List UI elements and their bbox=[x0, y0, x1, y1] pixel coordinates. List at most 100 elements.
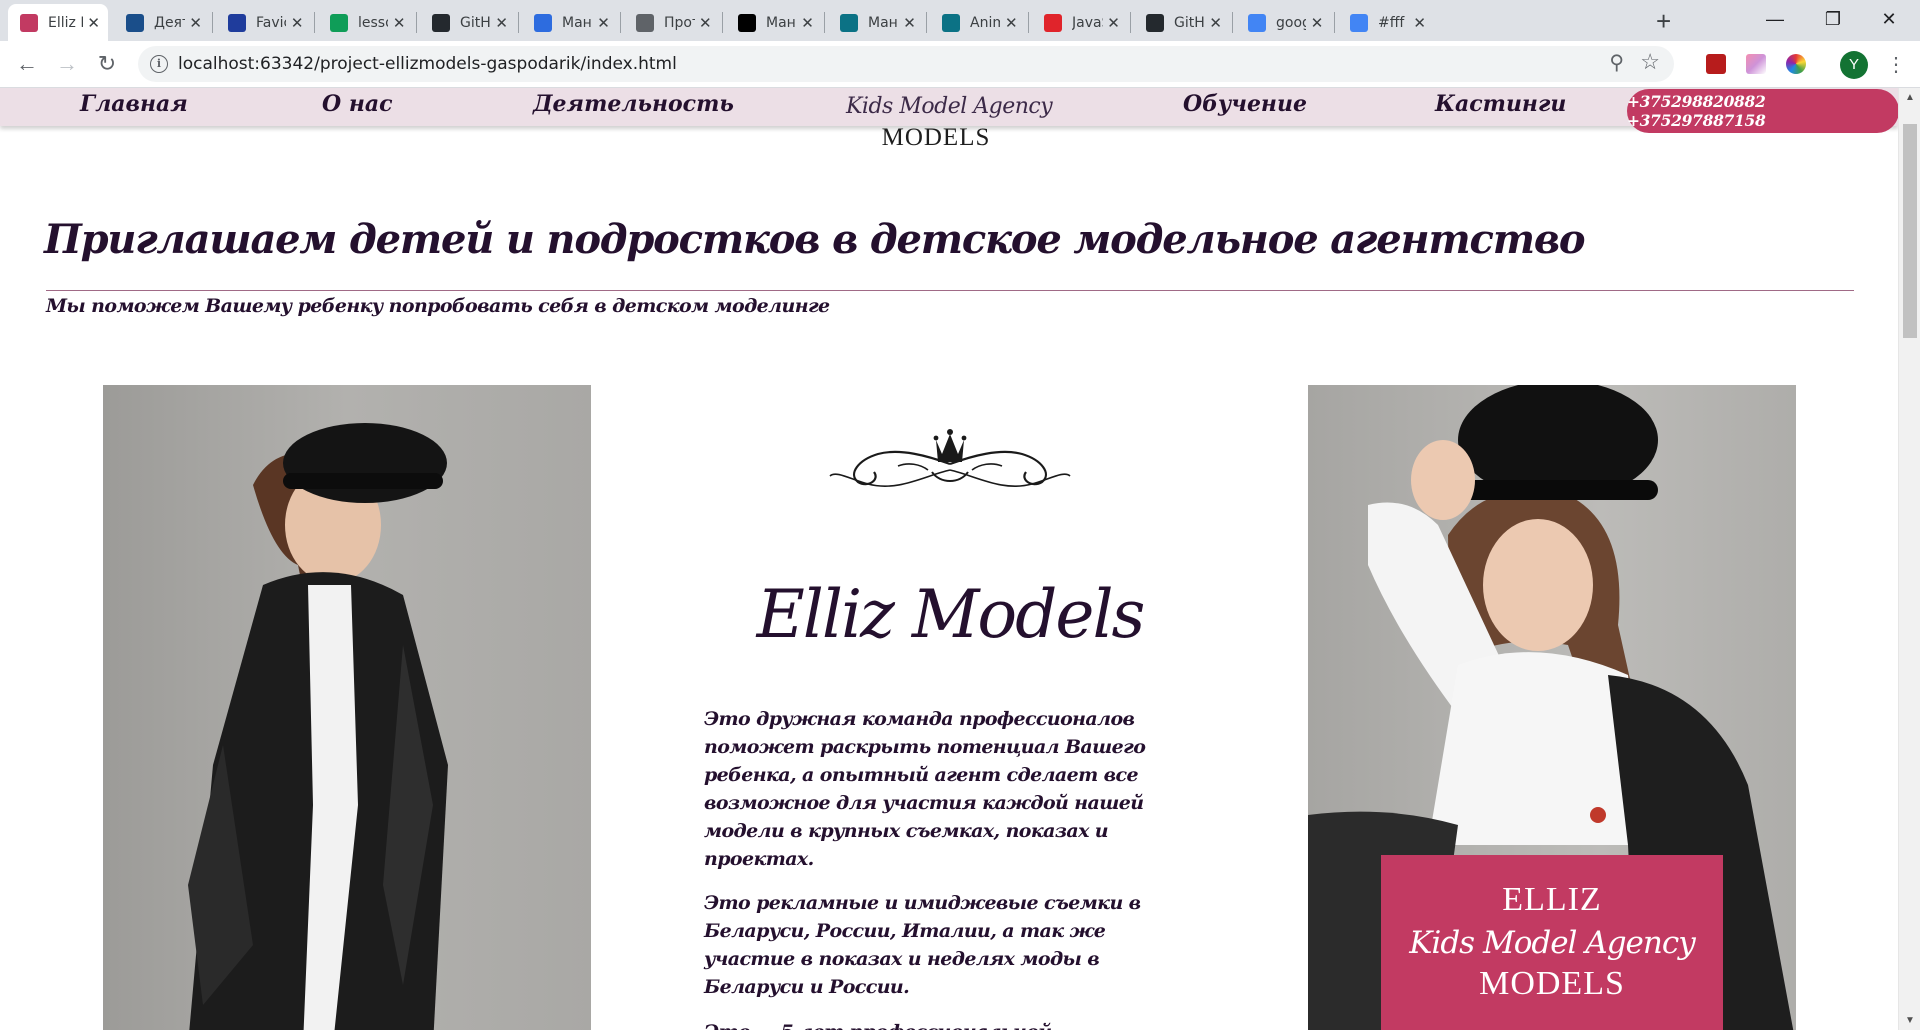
browser-tab[interactable]: goog✕ bbox=[1236, 4, 1332, 41]
close-tab-icon[interactable]: ✕ bbox=[1413, 14, 1426, 32]
close-tab-icon[interactable]: ✕ bbox=[495, 14, 508, 32]
browser-tab[interactable]: GitHu✕ bbox=[1134, 4, 1230, 41]
browser-tab-title: GitHu bbox=[460, 14, 491, 31]
pdf-extension-icon[interactable] bbox=[1706, 54, 1726, 74]
nav-logo-script[interactable]: Kids Model Agency bbox=[846, 94, 1053, 119]
new-tab-button[interactable]: + bbox=[1656, 6, 1671, 36]
nav-logo-models: MODELS bbox=[881, 124, 991, 151]
browser-tab[interactable]: GitHu✕ bbox=[420, 4, 516, 41]
model-photo-left bbox=[103, 385, 591, 1030]
site-navigation: Главная О нас Деятельность Kids Model Ag… bbox=[0, 88, 1898, 126]
browser-tab-title: Elliz M bbox=[48, 14, 83, 31]
tab-separator bbox=[416, 12, 417, 33]
browser-tab[interactable]: Favic✕ bbox=[216, 4, 312, 41]
browser-menu-icon[interactable]: ⋮ bbox=[1886, 51, 1906, 79]
close-tab-icon[interactable]: ✕ bbox=[699, 14, 713, 32]
browser-tab[interactable]: Деяте✕ bbox=[114, 4, 210, 41]
close-tab-icon[interactable]: ✕ bbox=[597, 14, 610, 32]
close-tab-icon[interactable]: ✕ bbox=[189, 14, 202, 32]
close-tab-icon[interactable]: ✕ bbox=[290, 14, 304, 32]
bookmark-star-icon[interactable]: ☆ bbox=[1640, 49, 1660, 75]
browser-tab-title: JavaS bbox=[1072, 14, 1103, 31]
browser-tab-title: Деяте bbox=[154, 14, 185, 31]
badge-line-models: MODELS bbox=[1479, 965, 1625, 1002]
codepen-favicon-icon bbox=[840, 13, 858, 32]
tab-separator bbox=[926, 12, 927, 33]
browser-tab-title: goog bbox=[1276, 14, 1306, 31]
tab-separator bbox=[314, 12, 315, 33]
browser-tab-title: #fff u bbox=[1378, 14, 1409, 31]
browser-toolbar: ← → ↻ i localhost:63342/project-ellizmod… bbox=[0, 41, 1920, 88]
minimize-button[interactable]: — bbox=[1752, 4, 1798, 34]
tab-separator bbox=[212, 12, 213, 33]
browser-tab[interactable]: lesso✕ bbox=[318, 4, 414, 41]
nav-link-home[interactable]: Главная bbox=[80, 91, 188, 117]
badge-line-agency: Kids Model Agency bbox=[1409, 925, 1695, 961]
tab-separator bbox=[1232, 12, 1233, 33]
hero-subtitle: Мы поможем Вашему ребенку попробовать се… bbox=[46, 295, 830, 317]
nav-link-castings[interactable]: Кастинги bbox=[1435, 91, 1566, 117]
model-photo-left-illustration bbox=[188, 423, 448, 1030]
zoom-icon[interactable]: ⚲ bbox=[1609, 50, 1624, 75]
badge-line-elliz: ELLIZ bbox=[1502, 881, 1602, 918]
browser-tab[interactable]: Мани✕ bbox=[522, 4, 618, 41]
nav-link-education[interactable]: Обучение bbox=[1183, 91, 1307, 117]
scrollbar-thumb[interactable] bbox=[1903, 124, 1917, 338]
close-tab-icon[interactable]: ✕ bbox=[87, 14, 100, 32]
tab-separator bbox=[1130, 12, 1131, 33]
colorpick-extension-icon[interactable] bbox=[1786, 54, 1806, 74]
about-paragraph-1: Это дружная команда профессионалов помож… bbox=[704, 708, 1146, 870]
github-favicon-icon bbox=[432, 13, 450, 32]
hero-title: Приглашаем детей и подростков в детское … bbox=[44, 216, 1586, 263]
browser-tab[interactable]: #fff u✕ bbox=[1338, 4, 1434, 41]
nav-link-activity[interactable]: Деятельность bbox=[533, 91, 734, 117]
browser-tab[interactable]: Anim ✕ bbox=[930, 4, 1026, 41]
close-tab-icon[interactable]: ✕ bbox=[1310, 14, 1324, 32]
color-extension-icon[interactable] bbox=[1746, 54, 1766, 74]
scroll-down-arrow-icon[interactable]: ▼ bbox=[1905, 1015, 1915, 1026]
profile-avatar[interactable]: Y bbox=[1840, 51, 1868, 79]
site-info-icon[interactable]: i bbox=[150, 55, 168, 73]
codepen-favicon-icon bbox=[942, 13, 960, 32]
nav-link-about[interactable]: О нас bbox=[322, 91, 393, 117]
browser-tab[interactable]: Прот✕ bbox=[624, 4, 720, 41]
reload-icon[interactable]: ↻ bbox=[92, 50, 122, 78]
agency-badge: ELLIZ Kids Model Agency MODELS bbox=[1381, 855, 1723, 1030]
close-tab-icon[interactable]: ✕ bbox=[903, 14, 916, 32]
tab-separator bbox=[824, 12, 825, 33]
browser-tab-title: lesso bbox=[358, 14, 388, 31]
restore-button[interactable]: ❐ bbox=[1810, 4, 1856, 34]
forward-arrow-icon[interactable]: → bbox=[52, 50, 82, 78]
page-scrollbar[interactable]: ▲ ▼ bbox=[1898, 88, 1920, 1030]
globe-favicon-icon bbox=[636, 13, 654, 32]
browser-tab[interactable]: Elliz M✕ bbox=[8, 4, 108, 41]
close-tab-icon[interactable]: ✕ bbox=[1004, 14, 1018, 32]
about-paragraph-2: Это рекламные и имиджевые съемки в Белар… bbox=[704, 892, 1141, 998]
url-text[interactable]: localhost:63342/project-ellizmodels-gasp… bbox=[178, 54, 677, 74]
browser-tab-strip: + — ❐ ✕ Elliz M✕Деяте✕Favic✕lesso✕GitHu✕… bbox=[0, 0, 1920, 41]
crown-ornament-icon bbox=[829, 429, 1071, 487]
back-arrow-icon[interactable]: ← bbox=[12, 50, 42, 78]
close-tab-icon[interactable]: ✕ bbox=[1209, 14, 1222, 32]
browser-tab-title: Прот bbox=[664, 14, 695, 31]
browser-tab-title: Favic bbox=[256, 14, 286, 31]
browser-tab-title: Мани bbox=[868, 14, 899, 31]
tab-separator bbox=[1334, 12, 1335, 33]
browser-tab-title: Мани bbox=[562, 14, 593, 31]
address-bar[interactable]: i localhost:63342/project-ellizmodels-ga… bbox=[138, 46, 1674, 82]
favicon-generator-favicon-icon bbox=[228, 13, 246, 32]
elliz-favicon-icon bbox=[20, 13, 38, 32]
browser-tab[interactable]: Мани✕ bbox=[726, 4, 822, 41]
google-favicon-icon bbox=[1248, 13, 1266, 32]
medium-favicon-icon bbox=[738, 13, 756, 32]
close-tab-icon[interactable]: ✕ bbox=[801, 14, 814, 32]
browser-tab[interactable]: Мани✕ bbox=[828, 4, 924, 41]
close-tab-icon[interactable]: ✕ bbox=[1107, 14, 1120, 32]
close-window-button[interactable]: ✕ bbox=[1866, 4, 1912, 34]
tab-separator bbox=[722, 12, 723, 33]
close-tab-icon[interactable]: ✕ bbox=[392, 14, 406, 32]
browser-tab[interactable]: JavaS✕ bbox=[1032, 4, 1128, 41]
tab-separator bbox=[1028, 12, 1029, 33]
scroll-up-arrow-icon[interactable]: ▲ bbox=[1905, 92, 1915, 103]
phone-button[interactable]: +375298820882 +375297887158 bbox=[1627, 89, 1898, 133]
